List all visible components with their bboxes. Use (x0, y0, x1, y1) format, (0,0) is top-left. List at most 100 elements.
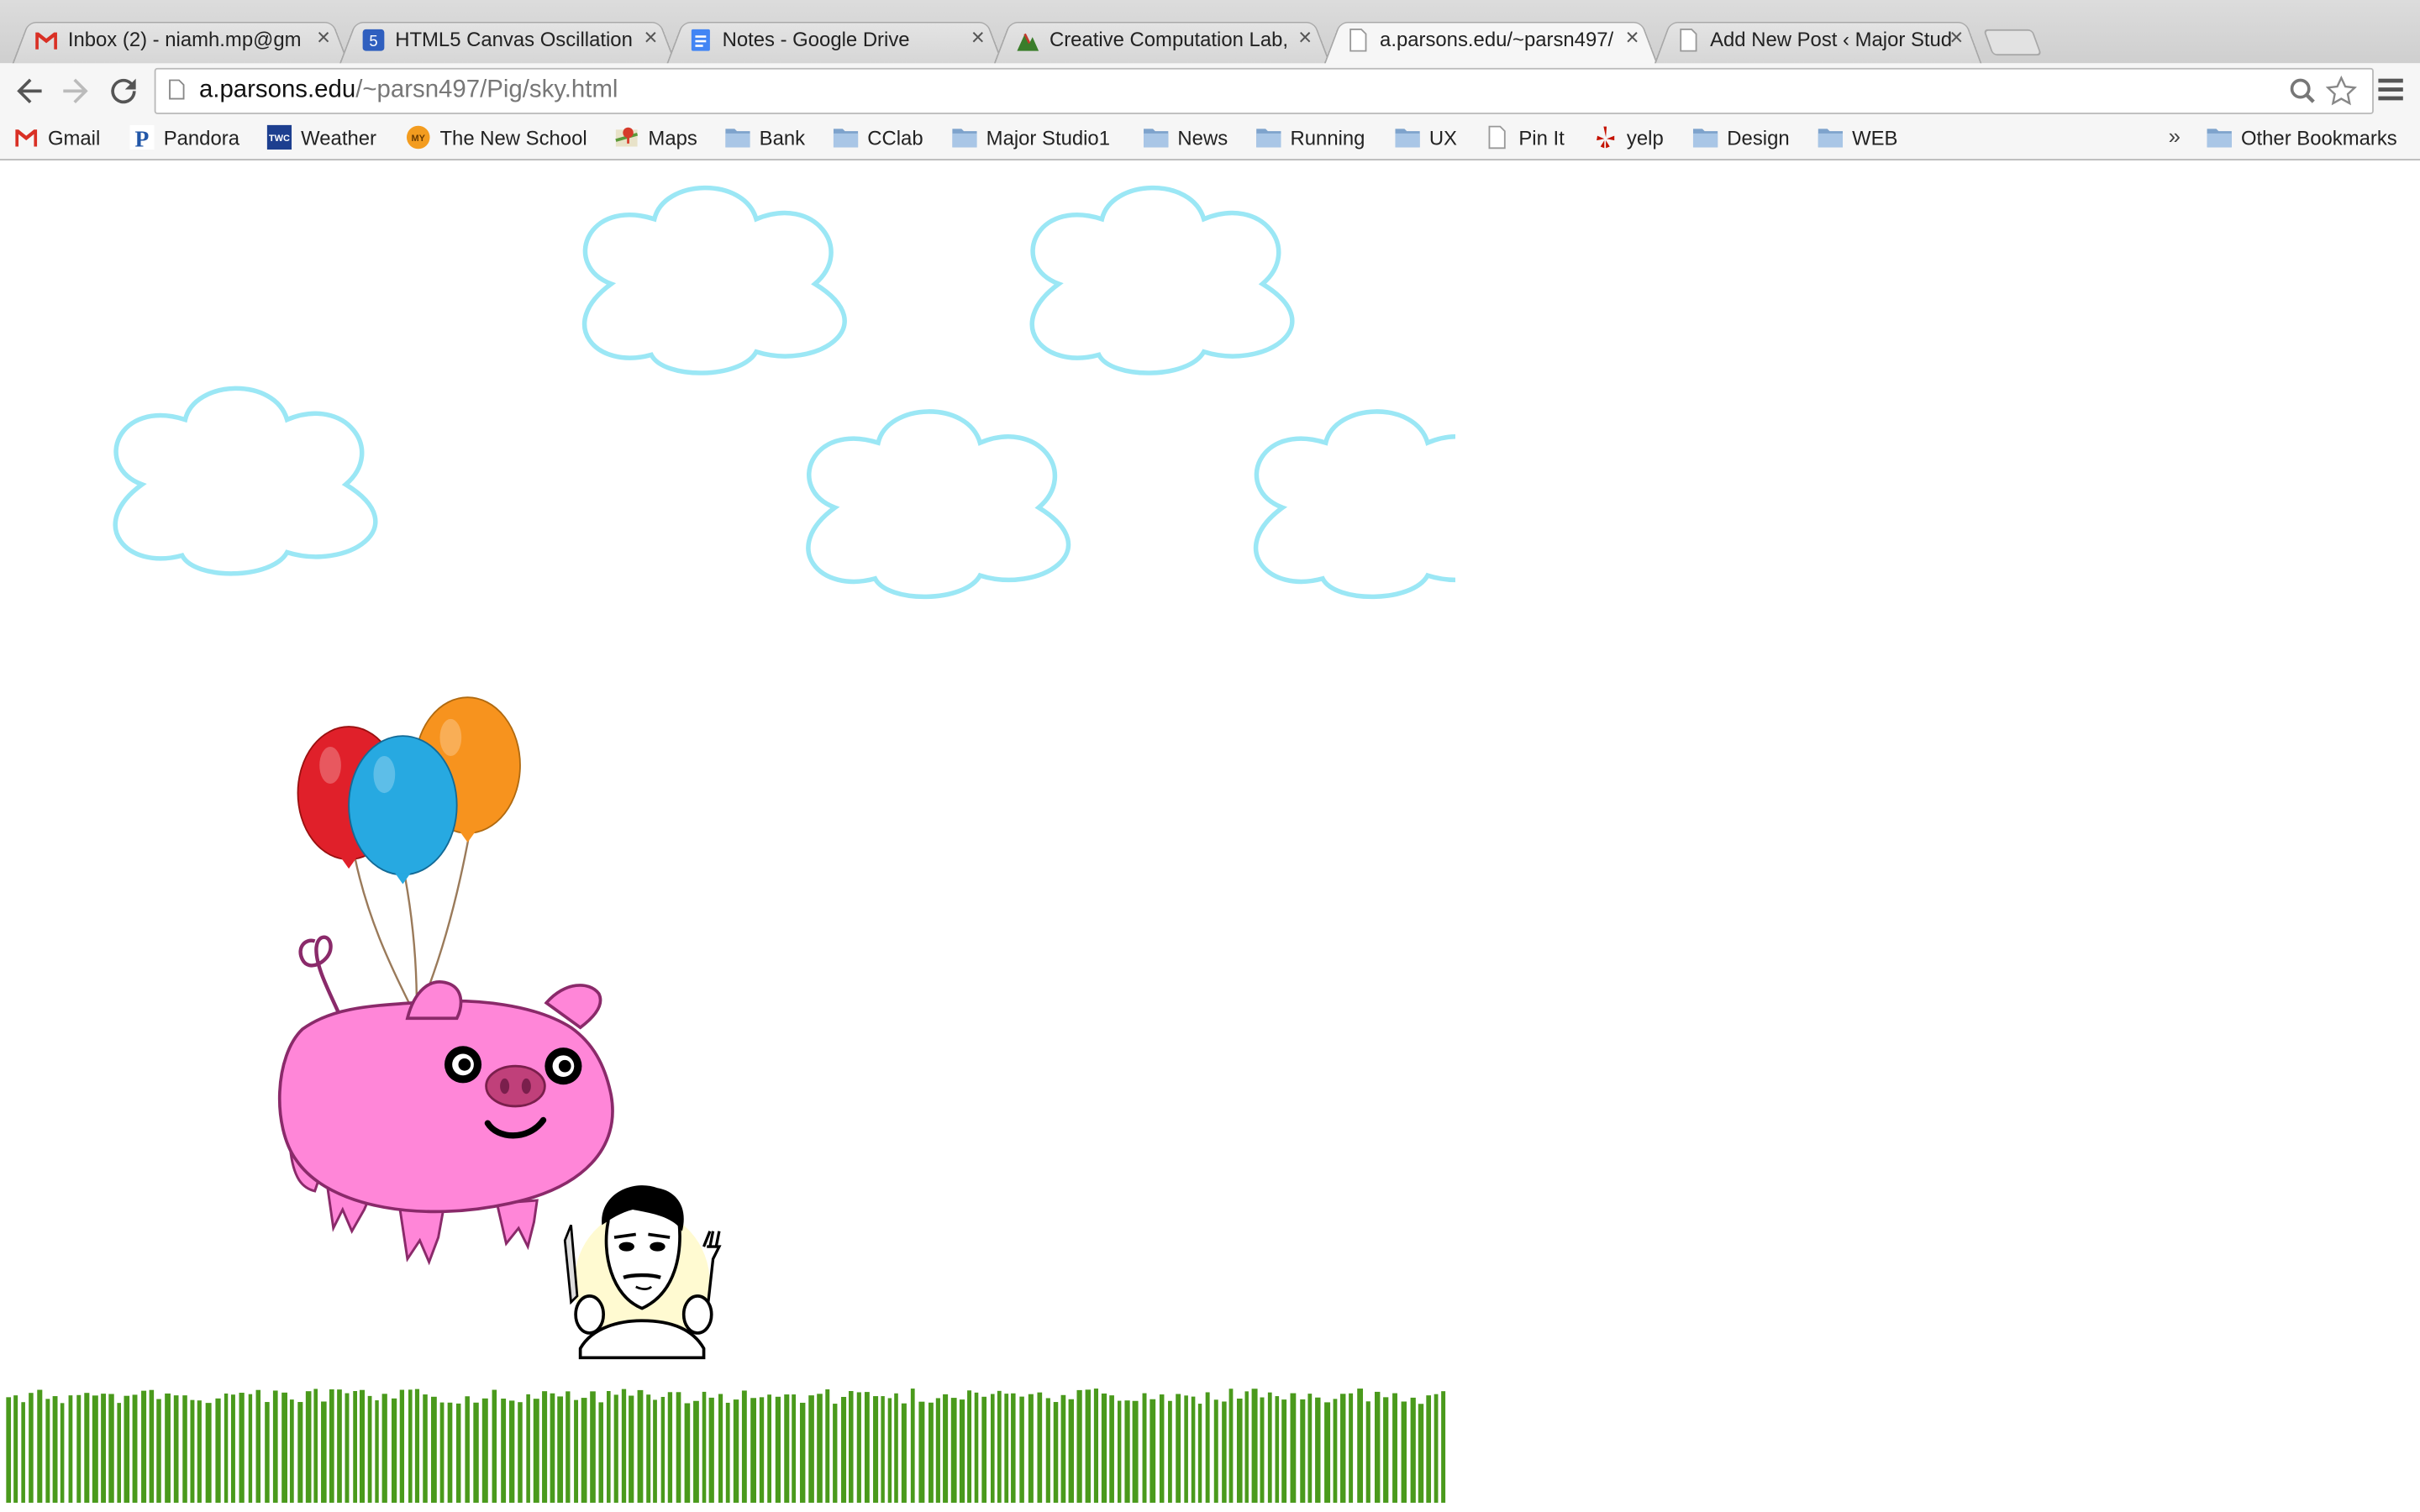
grass-blade (149, 1389, 155, 1503)
grass-blade (492, 1389, 497, 1503)
pandora-icon: P (129, 124, 155, 150)
sky-canvas[interactable] (0, 160, 1455, 1512)
bookmarks-bar: Gmail P Pandora TWC Weather MY The New S… (0, 118, 2420, 161)
grass-blade (230, 1394, 235, 1503)
page-icon (169, 79, 185, 100)
grass-blade (1410, 1397, 1416, 1503)
html5-icon: 5 (362, 29, 385, 51)
grass-blade (1028, 1394, 1034, 1503)
tab-inbox[interactable]: Inbox (2) - niamh.mp@gm × (12, 17, 350, 64)
grass-blade (224, 1393, 229, 1503)
tab-title: a.parsons.edu/~parsn497/ (1380, 28, 1614, 51)
grass-blade (1132, 1400, 1139, 1503)
grass-blade (613, 1394, 618, 1503)
grass-blade (1109, 1395, 1114, 1503)
address-bar[interactable]: a.parsons.edu/~parsn497/Pig/sky.html (154, 67, 2374, 114)
grass-blade (313, 1389, 318, 1503)
grass-blade (873, 1396, 879, 1503)
close-icon[interactable]: × (317, 24, 330, 50)
grass-blade (1333, 1399, 1338, 1503)
grass-blade (345, 1393, 350, 1503)
tab-creative-computation[interactable]: Creative Computation Lab, × (993, 17, 1331, 64)
gmail-icon (15, 129, 38, 147)
grass-blade (1184, 1395, 1188, 1503)
pig-eye (558, 1059, 571, 1073)
grass-blade (518, 1402, 523, 1503)
grass-blade (431, 1396, 437, 1503)
grass-blade (887, 1398, 892, 1503)
grass-blade (1142, 1393, 1147, 1503)
grass-blade (894, 1393, 898, 1503)
star-icon[interactable] (2325, 76, 2357, 107)
grass-blade (248, 1394, 253, 1503)
tab-add-new-post[interactable]: Add New Post ‹ Major Stud × (1654, 17, 1982, 64)
search-icon[interactable] (2289, 77, 2317, 105)
menu-icon[interactable] (2377, 76, 2405, 103)
close-icon[interactable]: × (971, 24, 985, 50)
grass-blade (856, 1392, 861, 1503)
newschool-icon-text: MY (411, 134, 425, 144)
grass-blade (1392, 1393, 1397, 1503)
grass-blade (141, 1390, 147, 1503)
page-icon (1680, 28, 1697, 52)
grass-blade (974, 1392, 979, 1503)
grass-blade (750, 1398, 757, 1503)
url-text[interactable]: a.parsons.edu/~parsn497/Pig/sky.html (199, 77, 618, 105)
close-icon[interactable]: × (644, 24, 657, 50)
grass-blade (408, 1389, 413, 1503)
bookmark-label: UX (1428, 126, 1457, 150)
grass-blade (447, 1402, 453, 1503)
other-bookmarks-label: Other Bookmarks (2240, 126, 2397, 150)
grass-blade (550, 1393, 555, 1503)
grass-blade (239, 1393, 245, 1503)
page-content (0, 160, 2420, 1512)
folder-icon (833, 129, 859, 148)
grass-blade (653, 1399, 657, 1503)
grass-blade (60, 1403, 65, 1503)
back-arrow-icon[interactable] (11, 72, 48, 109)
grass-blade (68, 1395, 73, 1503)
reload-icon[interactable] (105, 72, 142, 109)
grass-blade (598, 1402, 603, 1503)
knife-icon (563, 1224, 579, 1305)
new-tab-button[interactable] (1983, 29, 2043, 56)
grass-blade (1060, 1394, 1066, 1503)
grass-blade (590, 1391, 596, 1503)
grass-blade (775, 1396, 781, 1503)
grass-blade (45, 1399, 50, 1503)
forward-arrow-icon[interactable] (57, 72, 94, 109)
grass-blade (718, 1394, 723, 1503)
tab-notes[interactable]: Notes - Google Drive × (666, 17, 1003, 64)
pig-tail (298, 935, 343, 1020)
tab-sky-active[interactable]: a.parsons.edu/~parsn497/ × (1323, 17, 1658, 64)
bookmark-label: Weather (301, 126, 376, 150)
grass-blade (667, 1392, 673, 1503)
grass-blade (935, 1398, 940, 1503)
cloud (1032, 188, 1292, 373)
grass-blade (305, 1391, 312, 1503)
grass-blade (1315, 1397, 1321, 1503)
close-icon[interactable]: × (1626, 24, 1639, 50)
grass-blade (124, 1395, 130, 1503)
cloud (808, 412, 1069, 596)
grass-blade (381, 1394, 387, 1503)
grass-blade (1383, 1397, 1389, 1503)
grass-blade (1324, 1402, 1331, 1503)
close-icon[interactable]: × (1949, 24, 1963, 50)
grass-blade (52, 1396, 58, 1503)
grass-blade (1365, 1401, 1370, 1503)
grass-blade (1085, 1389, 1092, 1503)
grass-blade (21, 1402, 25, 1503)
bookmarks-overflow-chevron[interactable]: » (2169, 123, 2181, 148)
tab-html5-canvas[interactable]: 5 HTML5 Canvas Oscillation × (339, 17, 676, 64)
grass-blade (455, 1403, 461, 1503)
grass-blade (1300, 1399, 1306, 1503)
pig-leg (495, 1199, 539, 1251)
grass-blade (255, 1389, 261, 1503)
grass-blade (1011, 1393, 1016, 1503)
grass-blade (414, 1389, 420, 1503)
grass-blade (29, 1393, 34, 1503)
pig-body (277, 999, 614, 1214)
grass-blade (725, 1402, 730, 1503)
close-icon[interactable]: × (1298, 24, 1312, 50)
